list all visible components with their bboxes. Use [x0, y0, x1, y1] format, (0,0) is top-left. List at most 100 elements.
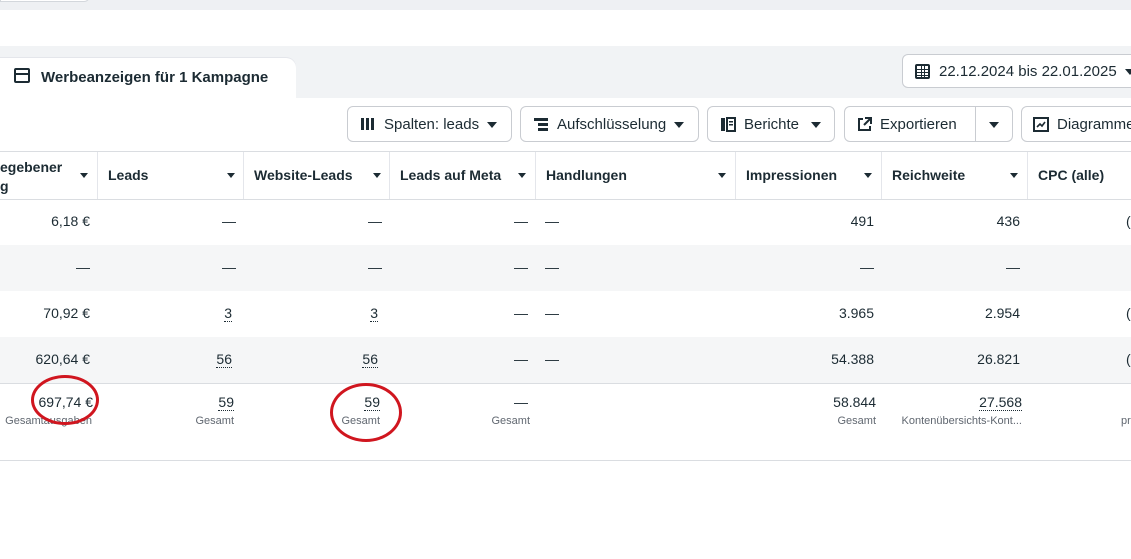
impressions-cell: — — [860, 259, 874, 275]
cpc-cell: ( — [1126, 351, 1131, 367]
export-options-chevron-icon[interactable] — [989, 122, 999, 128]
reach-cell: 26.821 — [977, 351, 1020, 367]
column-header-impressions[interactable]: Impressionen — [736, 152, 882, 199]
column-header-spend-line1: egebener — [0, 159, 63, 175]
column-header-label: Leads — [108, 167, 149, 183]
meta-leads-cell: — — [514, 213, 528, 229]
sort-caret-icon — [718, 173, 726, 178]
export-split-divider — [975, 107, 976, 141]
tab-ads[interactable]: Werbeanzeigen für 1 Kampagne — [0, 58, 296, 98]
spend-cell: 6,18 € — [51, 213, 90, 229]
sort-caret-icon — [80, 173, 88, 178]
column-header-label: Handlungen — [546, 167, 627, 183]
spend-cell: 70,92 € — [43, 305, 90, 321]
total-cpc-label: pr — [1121, 415, 1131, 427]
sort-caret-icon — [864, 173, 872, 178]
breakdown-button[interactable]: Aufschlüsselung — [520, 106, 699, 142]
table-header: egebener g Leads Website-Leads Leads auf… — [0, 151, 1131, 200]
leads-cell: — — [222, 259, 236, 275]
total-leads-value[interactable]: 59 — [218, 394, 234, 411]
column-header-label: Impressionen — [746, 167, 838, 183]
annotation-circle-website-leads — [330, 383, 402, 442]
table-row[interactable]: — — — — — — — — [0, 245, 1131, 291]
column-header-leads[interactable]: Leads — [98, 152, 244, 199]
chevron-down-icon — [674, 122, 684, 128]
website-leads-cell: — — [368, 259, 382, 275]
columns-button-label: Spalten: leads — [384, 116, 480, 133]
export-icon — [858, 117, 872, 131]
impressions-cell: 54.388 — [831, 351, 874, 367]
actions-cell: — — [545, 351, 559, 367]
top-tab-stub — [0, 0, 90, 2]
total-meta-leads-value: — — [514, 394, 528, 410]
website-leads-cell[interactable]: 56 — [362, 351, 378, 368]
column-header-meta-leads[interactable]: Leads auf Meta — [390, 152, 536, 199]
leads-cell[interactable]: 3 — [224, 305, 232, 322]
column-header-label: CPC (alle) — [1038, 167, 1105, 183]
table-row[interactable]: 620,64 € 56 56 — — 54.388 26.821 ( — [0, 337, 1131, 383]
window-icon — [14, 68, 30, 83]
reach-cell: — — [1006, 259, 1020, 275]
totals-row: 697,74 € Gesamtausgaben 59 Gesamt 59 Ges… — [0, 383, 1131, 461]
impressions-cell: 491 — [850, 213, 874, 229]
tab-ads-label: Werbeanzeigen für 1 Kampagne — [41, 69, 269, 86]
leads-cell[interactable]: 56 — [216, 351, 232, 368]
chevron-down-icon — [487, 122, 497, 128]
total-reach-label: Kontenübersichts-Kont... — [901, 415, 1022, 427]
meta-leads-cell: — — [514, 351, 528, 367]
impressions-cell: 3.965 — [838, 305, 874, 321]
spend-cell: — — [76, 259, 90, 275]
website-leads-cell[interactable]: 3 — [370, 305, 378, 322]
chevron-down-icon — [1125, 69, 1131, 75]
chart-icon — [1033, 117, 1049, 132]
top-strip — [0, 0, 1131, 10]
spend-cell: 620,64 € — [35, 351, 91, 367]
cpc-cell: ( — [1126, 305, 1131, 321]
total-impressions-label: Gesamt — [837, 415, 876, 427]
sort-caret-icon — [518, 173, 526, 178]
column-header-spend[interactable]: egebener g — [0, 152, 98, 199]
charts-button[interactable]: Diagramme — [1021, 106, 1131, 142]
column-header-website-leads[interactable]: Website-Leads — [244, 152, 390, 199]
export-button-label: Exportieren — [880, 116, 957, 133]
column-header-spend-line2: g — [0, 178, 9, 194]
meta-leads-cell: — — [514, 305, 528, 321]
website-leads-cell: — — [368, 213, 382, 229]
breakdown-icon — [534, 118, 548, 131]
reports-button-label: Berichte — [744, 116, 800, 133]
reach-cell: 436 — [996, 213, 1020, 229]
sort-caret-icon — [227, 173, 235, 178]
reports-icon — [721, 117, 736, 132]
actions-cell: — — [545, 213, 559, 229]
total-meta-leads-label: Gesamt — [491, 415, 530, 427]
total-leads-label: Gesamt — [195, 415, 234, 427]
reports-button[interactable]: Berichte — [707, 106, 835, 142]
annotation-circle-spend — [31, 375, 99, 425]
date-range-label: 22.12.2024 bis 22.01.2025 — [939, 63, 1117, 80]
column-header-actions[interactable]: Handlungen — [536, 152, 736, 199]
export-button[interactable]: Exportieren — [844, 106, 1013, 142]
leads-cell: — — [222, 213, 236, 229]
reach-cell: 2.954 — [984, 305, 1020, 321]
column-header-label: Website-Leads — [254, 167, 353, 183]
charts-button-label: Diagramme — [1057, 116, 1131, 133]
column-header-label: Leads auf Meta — [400, 167, 502, 183]
chevron-down-icon — [811, 122, 821, 128]
total-reach-value[interactable]: 27.568 — [979, 394, 1022, 411]
columns-icon — [361, 118, 374, 130]
actions-cell: — — [545, 305, 559, 321]
column-header-cpc[interactable]: CPC (alle) — [1028, 152, 1131, 199]
table-row[interactable]: 70,92 € 3 3 — — 3.965 2.954 ( — [0, 291, 1131, 337]
calendar-icon — [915, 64, 930, 79]
breakdown-button-label: Aufschlüsselung — [557, 116, 667, 133]
table-row[interactable]: 6,18 € — — — — 491 436 ( — [0, 199, 1131, 245]
column-header-reach[interactable]: Reichweite — [882, 152, 1028, 199]
column-header-label: Reichweite — [892, 167, 966, 183]
total-impressions-value: 58.844 — [833, 394, 876, 410]
columns-button[interactable]: Spalten: leads — [347, 106, 512, 142]
actions-cell: — — [545, 259, 559, 275]
date-range-picker[interactable]: 22.12.2024 bis 22.01.2025 — [902, 54, 1131, 88]
sort-caret-icon — [1010, 173, 1018, 178]
sort-caret-icon — [373, 173, 381, 178]
meta-leads-cell: — — [514, 259, 528, 275]
